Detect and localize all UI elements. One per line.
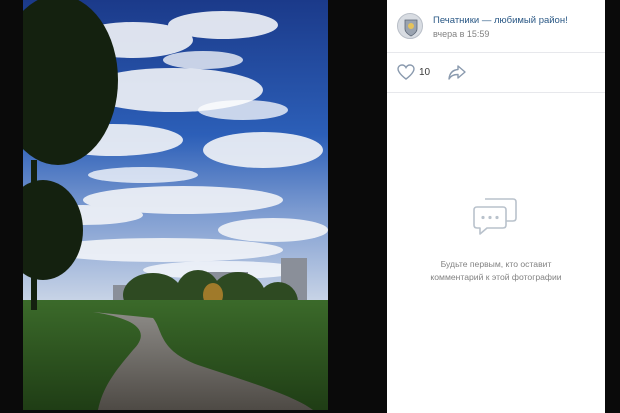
emblem-icon <box>398 14 422 38</box>
share-icon <box>448 65 466 80</box>
post-sidebar: Печатники — любимый район! вчера в 15:59… <box>387 0 605 413</box>
empty-comments-placeholder: Будьте первым, кто оставит комментарий к… <box>387 195 605 284</box>
park-sky-photo <box>23 0 328 410</box>
empty-comments-line1: Будьте первым, кто оставит <box>440 259 552 269</box>
group-avatar[interactable] <box>397 13 423 39</box>
post-actions: 10 <box>387 52 605 93</box>
like-button[interactable]: 10 <box>397 62 430 82</box>
heart-icon <box>397 64 415 80</box>
post-timestamp[interactable]: вчера в 15:59 <box>433 29 489 39</box>
viewer-edge <box>605 0 620 413</box>
like-count: 10 <box>419 66 431 78</box>
empty-comments-text: Будьте первым, кто оставит комментарий к… <box>387 258 605 284</box>
post-header: Печатники — любимый район! вчера в 15:59 <box>387 0 605 53</box>
photo[interactable] <box>23 0 328 410</box>
group-name-link[interactable]: Печатники — любимый район! <box>433 15 568 26</box>
comments-icon <box>473 198 517 235</box>
empty-comments-line2: комментарий к этой фотографии <box>430 272 562 282</box>
share-button[interactable] <box>447 62 467 82</box>
